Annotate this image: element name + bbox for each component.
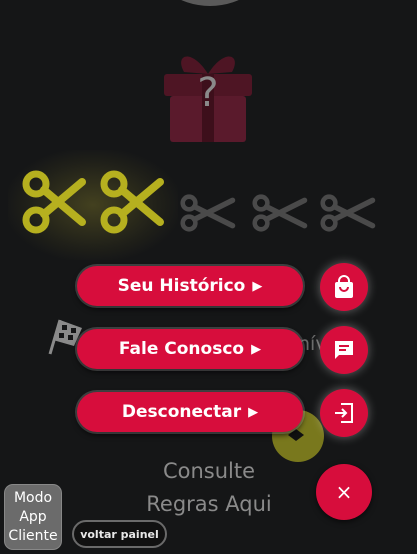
close-menu-button[interactable]: × xyxy=(316,464,372,520)
play-arrow-icon: ▶ xyxy=(251,341,262,357)
rules-line-1: Consulte xyxy=(162,459,256,483)
scissors-icon xyxy=(252,194,308,232)
progress-ring xyxy=(150,0,270,6)
history-label: Seu Histórico xyxy=(117,276,246,296)
shopping-bag-button[interactable] xyxy=(320,263,368,311)
scissors-icon xyxy=(100,170,164,234)
play-arrow-icon: ▶ xyxy=(252,278,263,294)
logout-label: Desconectar xyxy=(121,402,242,422)
scissors-icon xyxy=(320,194,376,232)
client-mode-line-3: Cliente xyxy=(8,527,58,544)
scissors-icon xyxy=(22,170,86,234)
mystery-gift-icon: ? xyxy=(152,38,264,144)
contact-button[interactable]: Fale Conosco ▶ xyxy=(77,329,303,369)
shopping-bag-icon xyxy=(335,275,353,298)
chat-icon xyxy=(335,341,353,359)
exit-icon xyxy=(335,403,353,423)
client-mode-line-2: App xyxy=(19,508,47,525)
close-icon: × xyxy=(335,480,353,504)
back-to-panel-button[interactable]: voltar painel xyxy=(72,520,167,548)
logout-icon-button[interactable] xyxy=(320,389,368,437)
client-mode-line-1: Modo xyxy=(13,489,53,506)
back-to-panel-label: voltar painel xyxy=(80,527,159,541)
logout-button[interactable]: Desconectar ▶ xyxy=(77,392,303,432)
scissors-icon xyxy=(180,194,236,232)
scissors-progress xyxy=(20,168,400,238)
client-mode-button[interactable]: Modo App Cliente xyxy=(5,485,61,549)
contact-label: Fale Conosco xyxy=(118,339,245,359)
history-button[interactable]: Seu Histórico ▶ xyxy=(77,266,303,306)
play-arrow-icon: ▶ xyxy=(248,404,259,420)
rules-line-2: Regras Aqui xyxy=(146,492,272,516)
gift-question-mark: ? xyxy=(197,70,218,116)
rules-link[interactable]: Consulte Regras Aqui xyxy=(116,455,302,521)
chat-button[interactable] xyxy=(320,326,368,374)
